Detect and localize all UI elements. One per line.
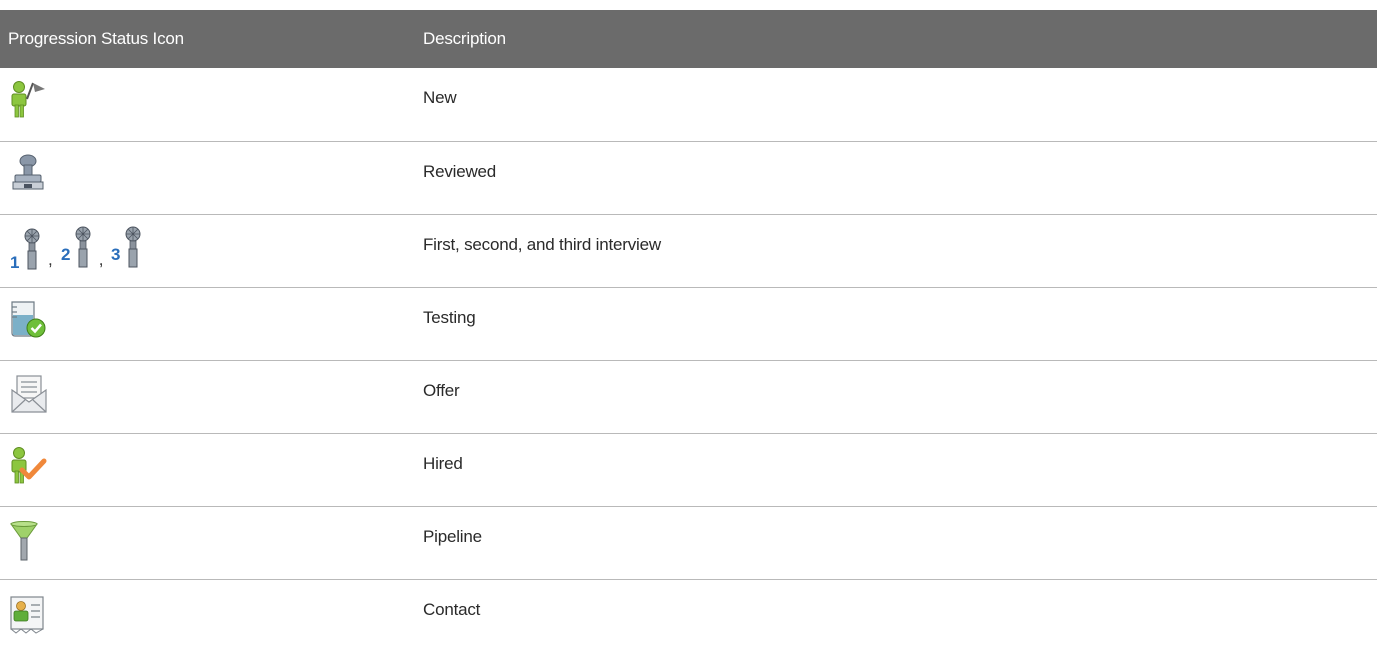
description-cell: Reviewed xyxy=(423,161,497,181)
table-row: 1 , 2 , 3 First, second, and third inter… xyxy=(0,214,1377,287)
table-row: Hired xyxy=(0,433,1377,506)
icon-cell: 1 , 2 , 3 xyxy=(0,214,409,287)
table-row: New xyxy=(0,68,1377,141)
interview-icons-group: 1 , 2 , 3 xyxy=(8,226,147,270)
envelope-letter-icon xyxy=(11,374,47,413)
progression-status-table: Progression Status Icon Description New … xyxy=(0,10,1377,651)
separator-comma: , xyxy=(98,249,104,269)
header-icon-column: Progression Status Icon xyxy=(8,29,184,48)
svg-text:3: 3 xyxy=(111,245,120,264)
contact-card-icon xyxy=(10,595,44,634)
microphone-1-icon: 1 xyxy=(10,228,40,270)
table-row: Contact xyxy=(0,579,1377,651)
icon-cell xyxy=(0,360,409,433)
svg-text:2: 2 xyxy=(61,245,70,264)
icon-cell xyxy=(0,433,409,506)
person-flag-icon xyxy=(11,81,45,118)
microphone-2-icon: 2 xyxy=(61,226,91,267)
description-cell: Testing xyxy=(423,307,476,327)
person-check-icon xyxy=(11,446,47,483)
header-description-column: Description xyxy=(423,29,506,48)
table-row: Testing xyxy=(0,287,1377,360)
beaker-check-icon xyxy=(11,300,46,337)
description-cell: Contact xyxy=(423,599,481,619)
description-cell: First, second, and third interview xyxy=(423,234,661,254)
table-row: Offer xyxy=(0,360,1377,433)
page: Progression Status Icon Description New … xyxy=(0,0,1377,662)
funnel-icon xyxy=(10,520,38,560)
separator-comma: , xyxy=(48,249,53,269)
description-cell: Pipeline xyxy=(423,526,482,546)
svg-text:1: 1 xyxy=(10,253,19,270)
icon-cell xyxy=(0,579,409,651)
stamp-icon xyxy=(12,154,44,189)
icon-cell xyxy=(0,141,409,214)
icon-cell xyxy=(0,287,409,360)
icon-cell xyxy=(0,506,409,579)
description-cell: New xyxy=(423,88,457,107)
microphone-3-icon: 3 xyxy=(111,226,141,267)
icon-cell xyxy=(0,68,409,141)
table-header-row: Progression Status Icon Description xyxy=(0,10,1377,68)
description-cell: Hired xyxy=(423,453,463,473)
table-row: Pipeline xyxy=(0,506,1377,579)
table-row: Reviewed xyxy=(0,141,1377,214)
description-cell: Offer xyxy=(423,380,460,400)
